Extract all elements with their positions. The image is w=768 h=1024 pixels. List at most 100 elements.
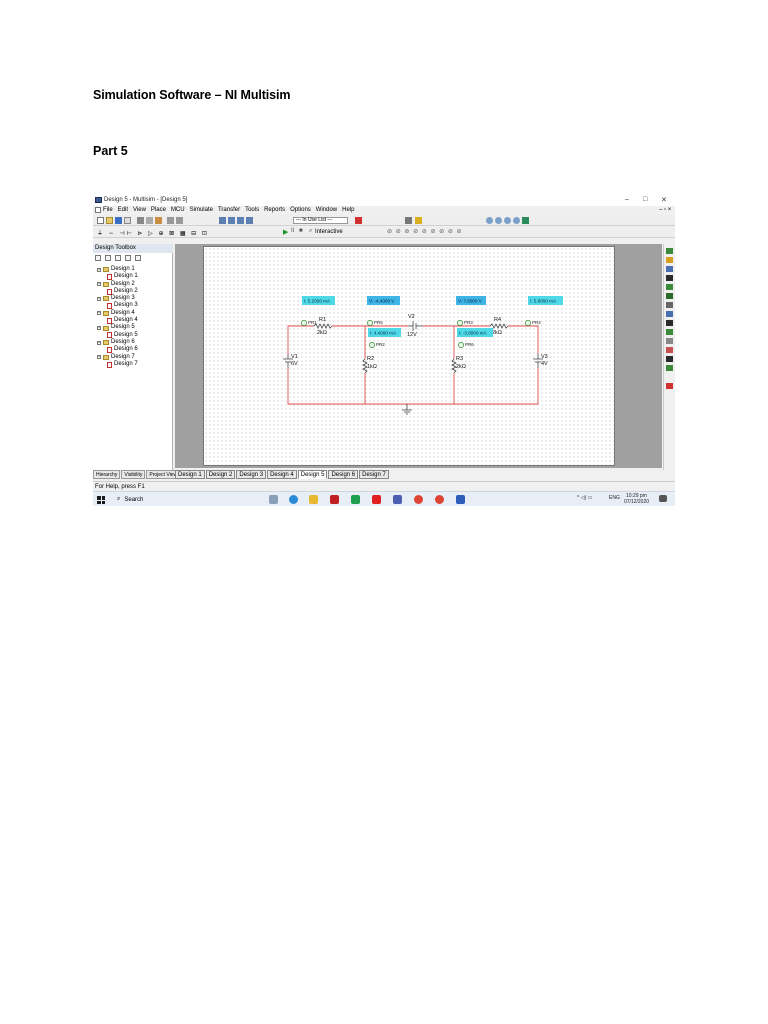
edge-icon[interactable] [289,495,298,504]
tree-file-design-5[interactable]: Design 5 [97,332,138,339]
probe-pr6-icon[interactable] [458,342,464,348]
menu-reports[interactable]: Reports [264,207,285,213]
new-icon[interactable] [97,217,104,224]
save-icon[interactable] [115,217,122,224]
redo-icon[interactable] [176,217,183,224]
four-channel-scope-icon[interactable] [666,284,673,290]
menu-view[interactable]: View [133,207,146,213]
tab-visibility[interactable]: Visibility [121,470,146,479]
zoom-fit-icon[interactable] [513,217,520,224]
paste-icon[interactable] [155,217,162,224]
probe-pr4-icon[interactable] [525,320,531,326]
tray-language[interactable]: ENG [609,495,620,501]
cut-icon[interactable] [137,217,144,224]
mdi-window-controls[interactable]: – ▫ × [659,207,671,213]
maximize-button[interactable]: □ [643,196,647,203]
tray-date[interactable]: 07/12/2020 [624,499,649,505]
collapse-icon[interactable]: − [97,355,101,360]
toolbox-close-icon[interactable] [125,255,131,261]
tree-file-design-6[interactable]: Design 6 [97,346,138,353]
tree-folder-design-3[interactable]: − Design 3 [97,295,138,302]
store-icon[interactable] [351,495,360,504]
tab-design-6[interactable]: Design 6 [328,470,359,479]
function-generator-icon[interactable] [666,257,673,263]
menu-options[interactable]: Options [290,207,311,213]
tree-file-design-7[interactable]: Design 7 [97,361,138,368]
logic-converter-icon[interactable] [666,329,673,335]
menu-simulate[interactable]: Simulate [190,207,213,213]
component-icon[interactable] [355,217,362,224]
menu-help[interactable]: Help [342,207,354,213]
frequency-counter-icon[interactable] [666,302,673,308]
tab-hierarchy[interactable]: Hierarchy [93,470,121,479]
toolbox-save-icon[interactable] [115,255,121,261]
probe-pr1-icon[interactable] [301,320,307,326]
close-button[interactable]: ✕ [661,196,667,204]
file-explorer-icon[interactable] [309,495,318,504]
grapher-icon[interactable] [237,217,244,224]
toolbox-open-icon[interactable] [105,255,111,261]
notifications-icon[interactable] [659,495,667,502]
tab-design-1[interactable]: Design 1 [175,470,205,479]
multisim-taskbar-icon[interactable] [393,495,402,504]
print-icon[interactable] [124,217,131,224]
tab-design-5[interactable]: Design 5 [297,470,328,479]
collapse-icon[interactable]: − [97,326,101,331]
zoom-area-icon[interactable] [504,217,511,224]
tree-folder-design-5[interactable]: − Design 5 [97,324,138,331]
tab-design-3[interactable]: Design 3 [236,470,267,479]
current-probe-icon[interactable] [666,383,673,389]
menu-file[interactable]: File [103,207,113,213]
copy-icon[interactable] [146,217,153,224]
taskbar-search[interactable]: ⌕ Search [113,494,243,505]
collapse-icon[interactable]: − [97,340,101,345]
iv-analyzer-icon[interactable] [666,338,673,344]
word-icon[interactable] [456,495,465,504]
probe-pr2-icon[interactable] [369,342,375,348]
menu-window[interactable]: Window [316,207,337,213]
oscilloscope-icon[interactable] [666,275,673,281]
tab-design-4[interactable]: Design 4 [267,470,297,479]
tray-icons[interactable]: ^ ◁) ▭ [577,495,592,501]
spreadsheet-icon[interactable] [228,217,235,224]
logic-analyzer-icon[interactable] [666,320,673,326]
word-generator-icon[interactable] [666,311,673,317]
bode-plotter-icon[interactable] [666,293,673,299]
chrome-icon[interactable] [414,495,423,504]
minimize-button[interactable]: – [625,196,629,203]
toolbox-props-icon[interactable] [135,255,141,261]
menu-edit[interactable]: Edit [118,207,128,213]
full-screen-icon[interactable] [522,217,529,224]
run-icon[interactable]: ▶ [283,228,288,236]
multimeter-icon[interactable] [666,248,673,254]
zoom-in-icon[interactable] [486,217,493,224]
find-icon[interactable] [405,217,412,224]
tree-file-design-1[interactable]: Design 1 [97,273,138,280]
database-icon[interactable] [246,217,253,224]
open-icon[interactable] [106,217,113,224]
probe-pr3-icon[interactable] [457,320,463,326]
wattmeter-icon[interactable] [666,266,673,272]
tab-design-7[interactable]: Design 7 [359,470,389,479]
tree-folder-design-7[interactable]: − Design 7 [97,354,138,361]
tab-design-2[interactable]: Design 2 [205,470,236,479]
chrome-profile-icon[interactable] [435,495,444,504]
menu-place[interactable]: Place [151,207,166,213]
tree-folder-design-6[interactable]: − Design 6 [97,339,138,346]
adobe-reader-icon[interactable] [372,495,381,504]
resistor-r4-symbol[interactable] [489,323,509,329]
collapse-icon[interactable]: − [97,282,101,287]
help-icon[interactable] [415,217,422,224]
toolbox-new-icon[interactable] [95,255,101,261]
task-view-icon[interactable] [269,495,278,504]
place-toolbar-icons[interactable]: ⏚ ∼ ⊣⊢ ⊳ ▷ ⊕ ⊠ ▦ ⊟ ⊡ [97,228,209,237]
menu-transfer[interactable]: Transfer [218,207,240,213]
spectrum-analyzer-icon[interactable] [666,356,673,362]
tree-file-design-4[interactable]: Design 4 [97,317,138,324]
acrobat-icon[interactable] [330,495,339,504]
tree-file-design-3[interactable]: Design 3 [97,302,138,310]
undo-icon[interactable] [167,217,174,224]
menu-mcu[interactable]: MCU [171,207,185,213]
pause-icon[interactable]: II [291,228,294,234]
collapse-icon[interactable]: − [97,311,101,316]
